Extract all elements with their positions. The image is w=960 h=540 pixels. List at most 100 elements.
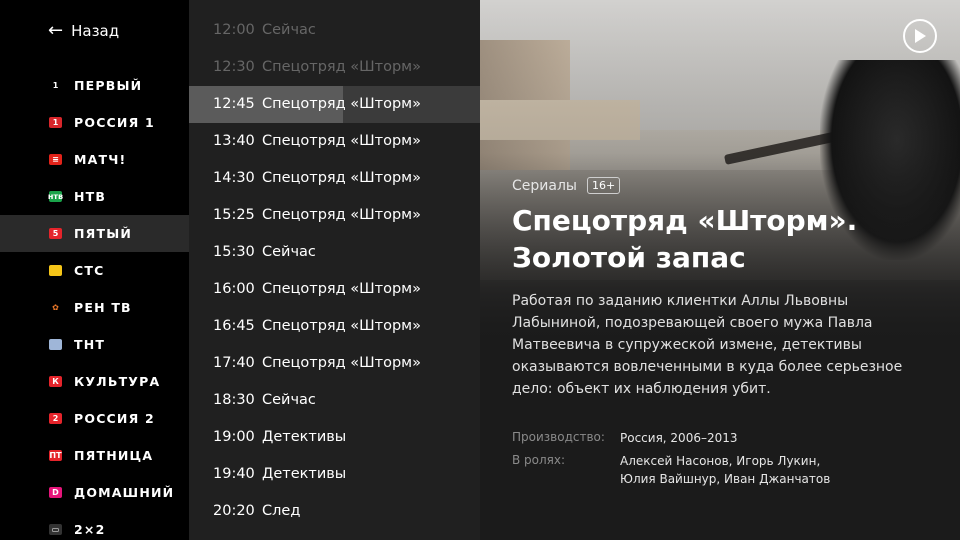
program-title: След <box>262 503 301 519</box>
program-still-image <box>480 0 960 340</box>
channel-name: ПЯТЫЙ <box>74 226 133 241</box>
program-time: 16:45 <box>213 318 255 334</box>
program-title-line2: Золотой запас <box>512 241 746 274</box>
program-details: Сериалы 16+ Спецотряд «Шторм». Золотой з… <box>480 0 960 540</box>
program-title: Спецотряд «Шторм» <box>262 281 421 297</box>
program-title: Детективы <box>262 429 347 445</box>
channel-logo-icon: 1 <box>49 80 62 91</box>
program-item[interactable]: 20:20 След <box>189 493 480 530</box>
channel-name: ПЕРВЫЙ <box>74 78 143 93</box>
channel-logo-icon: ≡ <box>49 154 62 165</box>
program-time: 14:30 <box>213 170 255 186</box>
channel-item[interactable]: 2 РОССИЯ 2 <box>0 400 189 437</box>
channel-logo-icon: ПТ <box>49 450 62 461</box>
program-title: Сейчас <box>262 244 316 260</box>
channel-item[interactable]: ✿ РЕН ТВ <box>0 289 189 326</box>
channel-item[interactable]: СТС <box>0 252 189 289</box>
program-title-line1: Спецотряд «Шторм». <box>512 204 858 237</box>
channel-name: МАТЧ! <box>74 152 127 167</box>
play-button[interactable] <box>903 19 937 53</box>
channel-logo-icon <box>49 265 62 276</box>
channel-list: ← Назад 1 ПЕРВЫЙ 1 РОССИЯ 1 ≡ МАТЧ! нтв НТВ 5 ПЯТ… <box>0 0 189 540</box>
program-item[interactable]: 14:30 Спецотряд «Шторм» <box>189 160 480 197</box>
channel-name: СТС <box>74 263 105 278</box>
channel-name: РЕН ТВ <box>74 300 132 315</box>
program-item[interactable]: 12:00 Сейчас <box>189 12 480 49</box>
program-time: 12:45 <box>213 96 255 112</box>
program-title: Сейчас <box>262 392 316 408</box>
program-time: 19:00 <box>213 429 255 445</box>
program-item[interactable]: 12:30 Спецотряд «Шторм» <box>189 49 480 86</box>
program-title: Детективы <box>262 466 347 482</box>
cast-label: В ролях: <box>512 453 566 467</box>
channel-logo-icon: К <box>49 376 62 387</box>
program-time: 12:00 <box>213 22 255 38</box>
channel-item[interactable]: нтв НТВ <box>0 178 189 215</box>
program-time: 13:40 <box>213 133 255 149</box>
program-title: Спецотряд «Шторм» <box>262 133 421 149</box>
program-item[interactable]: 15:30 Сейчас <box>189 234 480 271</box>
program-description: Работая по заданию клиентки Аллы Львовны… <box>512 293 903 397</box>
back-label: Назад <box>71 22 120 40</box>
channel-item[interactable]: К КУЛЬТУРА <box>0 363 189 400</box>
channel-item[interactable]: 5 ПЯТЫЙ <box>0 215 189 252</box>
program-time: 20:20 <box>213 503 255 519</box>
program-item[interactable]: 16:00 Спецотряд «Шторм» <box>189 271 480 308</box>
channel-item[interactable]: 1 ПЕРВЫЙ <box>0 67 189 104</box>
channel-item[interactable]: D ДОМАШНИЙ <box>0 474 189 511</box>
channel-logo-icon: 2 <box>49 413 62 424</box>
channel-item[interactable]: ▭ 2×2 <box>0 511 189 540</box>
channel-name: 2×2 <box>74 522 106 537</box>
channel-item[interactable]: ПТ ПЯТНИЦА <box>0 437 189 474</box>
program-item[interactable]: 19:00 Детективы <box>189 419 480 456</box>
back-arrow-icon: ← <box>48 20 64 41</box>
program-time: 15:30 <box>213 244 255 260</box>
back-button[interactable]: ← Назад <box>48 20 119 42</box>
program-title: Спецотряд «Шторм» <box>262 59 421 75</box>
genre-label: Сериалы <box>512 177 577 194</box>
program-title: Спецотряд «Шторм» <box>262 207 421 223</box>
channel-logo-icon: 5 <box>49 228 62 239</box>
channel-logo-icon: 1 <box>49 117 62 128</box>
channel-logo-icon: D <box>49 487 62 498</box>
channel-logo-icon <box>49 339 62 350</box>
program-item[interactable]: 19:40 Детективы <box>189 456 480 493</box>
cast-line1: Алексей Насонов, Игорь Лукин, <box>620 454 821 468</box>
program-time: 12:30 <box>213 59 255 75</box>
channel-logo-icon: ✿ <box>49 302 62 313</box>
channel-name: НТВ <box>74 189 107 204</box>
channel-name: ДОМАШНИЙ <box>74 485 175 500</box>
program-item[interactable]: 18:30 Сейчас <box>189 382 480 419</box>
program-time: 15:25 <box>213 207 255 223</box>
channel-name: КУЛЬТУРА <box>74 374 161 389</box>
channel-name: РОССИЯ 1 <box>74 115 155 130</box>
program-time: 18:30 <box>213 392 255 408</box>
program-time: 16:00 <box>213 281 255 297</box>
program-time: 17:40 <box>213 355 255 371</box>
program-item[interactable]: 16:45 Спецотряд «Шторм» <box>189 308 480 345</box>
channel-item[interactable]: ТНТ <box>0 326 189 363</box>
channel-name: ПЯТНИЦА <box>74 448 154 463</box>
program-title: Сейчас <box>262 22 316 38</box>
program-title: Спецотряд «Шторм» <box>262 96 421 112</box>
channel-item[interactable]: ≡ МАТЧ! <box>0 141 189 178</box>
program-time: 19:40 <box>213 466 255 482</box>
production-label: Производство: <box>512 430 605 444</box>
play-icon <box>915 29 926 43</box>
program-title: Спецотряд «Шторм» <box>262 318 421 334</box>
program-title: Спецотряд «Шторм». Золотой запас <box>512 202 942 276</box>
program-item[interactable]: 12:45 Спецотряд «Шторм» <box>189 86 480 123</box>
channel-item[interactable]: 1 РОССИЯ 1 <box>0 104 189 141</box>
age-rating-badge: 16+ <box>586 177 621 194</box>
cast-line2: Юлия Вайшнур, Иван Джанчатов <box>620 472 831 486</box>
channel-name: ТНТ <box>74 337 106 352</box>
channel-logo-icon: нтв <box>47 191 64 202</box>
program-item[interactable]: 17:40 Спецотряд «Шторм» <box>189 345 480 382</box>
production-value: Россия, 2006–2013 <box>620 431 738 445</box>
channel-logo-icon: ▭ <box>49 524 62 535</box>
program-item[interactable]: 15:25 Спецотряд «Шторм» <box>189 197 480 234</box>
program-item[interactable]: 13:40 Спецотряд «Шторм» <box>189 123 480 160</box>
channel-name: РОССИЯ 2 <box>74 411 155 426</box>
program-title: Спецотряд «Шторм» <box>262 170 421 186</box>
program-title: Спецотряд «Шторм» <box>262 355 421 371</box>
